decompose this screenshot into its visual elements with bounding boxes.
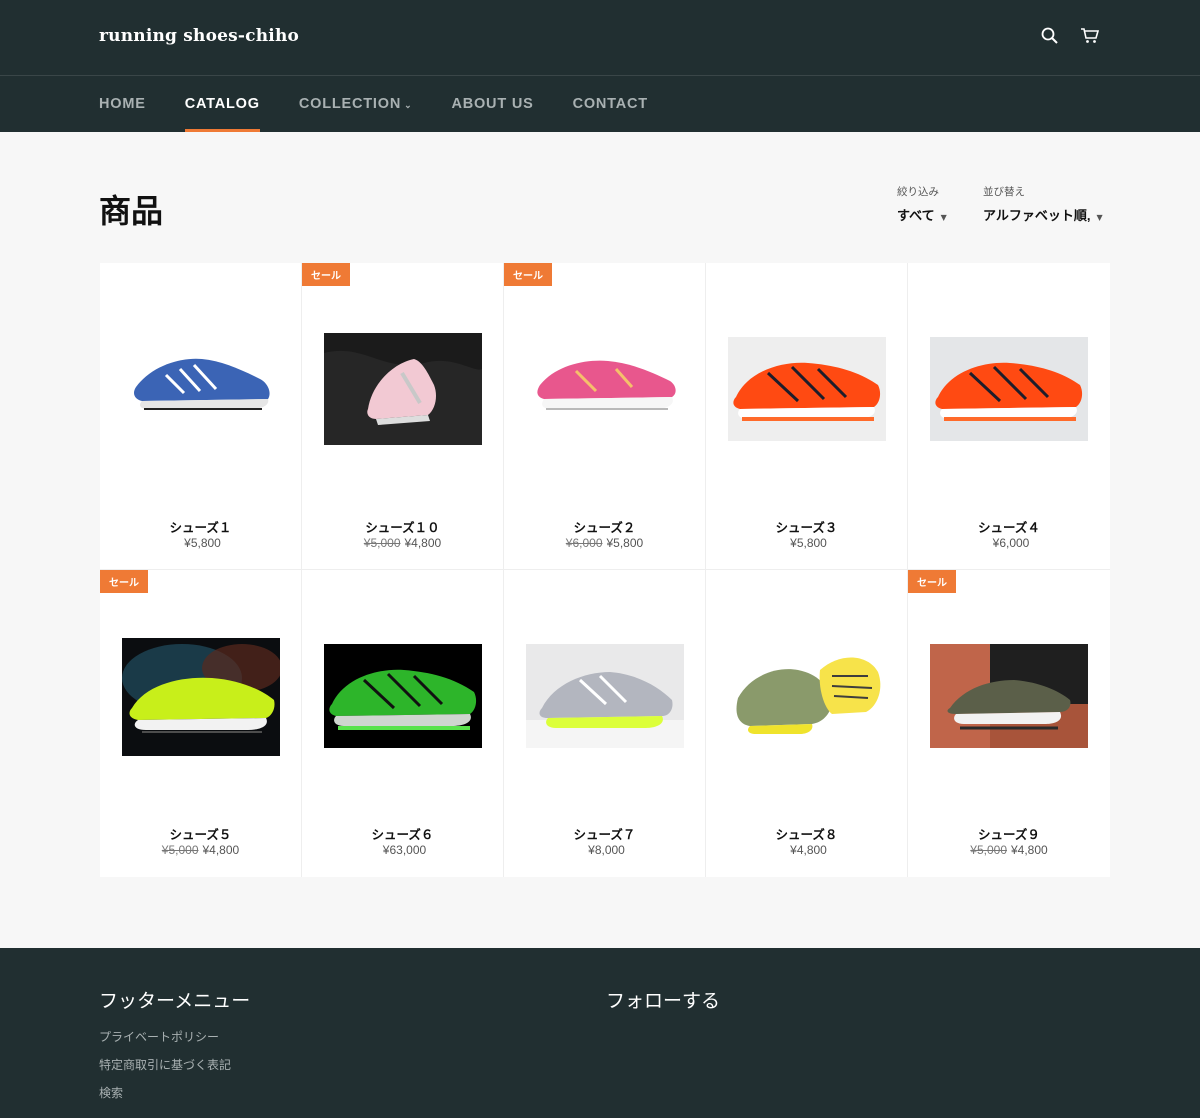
price: ¥4,800	[404, 536, 442, 550]
sale-badge: セール	[908, 570, 956, 593]
search-icon[interactable]	[1040, 26, 1060, 46]
product-name[interactable]: シューズ５	[100, 824, 301, 843]
caret-down-icon: ▼	[940, 213, 947, 222]
product-image	[122, 335, 280, 423]
price: ¥4,800	[202, 843, 240, 857]
filter-control[interactable]: 絞り込み すべて ▼	[897, 184, 947, 224]
product-card[interactable]: セール シューズ７ ¥8,000	[504, 570, 706, 877]
chevron-down-icon: ⌄	[404, 100, 413, 110]
product-card[interactable]: セール シューズ６ ¥63,000	[302, 570, 504, 877]
product-name[interactable]: シューズ１０	[302, 517, 503, 536]
sale-badge: セール	[302, 263, 350, 286]
footer-link-search[interactable]: 検索	[99, 1084, 231, 1101]
product-image	[324, 333, 482, 445]
main-nav: HOME CATALOG COLLECTION ⌄ ABOUT US CONTAC…	[0, 76, 1200, 132]
sale-badge: セール	[504, 263, 552, 286]
nav-item-collection[interactable]: COLLECTION ⌄	[299, 76, 413, 132]
site-header: running shoes-chiho HOME CATALOG COLLECT…	[0, 0, 1200, 132]
product-name[interactable]: シューズ６	[302, 824, 503, 843]
product-name[interactable]: シューズ８	[706, 824, 907, 843]
footer-follow-heading: フォローする	[606, 990, 721, 1012]
product-image	[122, 638, 280, 756]
nav-label: COLLECTION	[298, 96, 402, 112]
compare-price: ¥5,000	[161, 843, 199, 857]
nav-label: CATALOG	[184, 96, 260, 112]
product-price: ¥4,800	[706, 843, 907, 857]
price: ¥4,800	[1011, 843, 1048, 857]
product-card[interactable]: セール シューズ１０ ¥5,000 ¥4,800	[302, 263, 504, 570]
product-price: ¥5,000 ¥4,800	[908, 843, 1110, 857]
nav-label: HOME	[99, 96, 146, 112]
product-price: ¥5,800	[100, 536, 301, 550]
nav-item-catalog[interactable]: CATALOG	[184, 76, 260, 132]
footer-menu-heading: フッターメニュー	[99, 990, 251, 1012]
product-price: ¥8,000	[504, 843, 705, 857]
product-name[interactable]: シューズ２	[504, 517, 705, 536]
product-image	[728, 642, 886, 750]
sale-badge: セール	[100, 570, 148, 593]
sort-select[interactable]: アルファベット順,	[983, 208, 1090, 223]
product-card[interactable]: セール シューズ１ ¥5,800	[100, 263, 302, 570]
footer-links: プライベートポリシー 特定商取引に基づく表記 検索	[99, 1028, 231, 1112]
product-name[interactable]: シューズ９	[908, 824, 1110, 843]
product-price: ¥5,000 ¥4,800	[100, 843, 301, 857]
product-name[interactable]: シューズ３	[706, 517, 907, 536]
product-image	[930, 644, 1088, 748]
site-title[interactable]: running shoes-chiho	[99, 26, 299, 46]
price: ¥5,800	[790, 536, 827, 550]
site-footer: フッターメニュー フォローする プライベートポリシー 特定商取引に基づく表記 検…	[0, 948, 1200, 1118]
nav-label: ABOUT US	[451, 96, 534, 112]
compare-price: ¥5,000	[363, 536, 401, 550]
product-name[interactable]: シューズ７	[504, 824, 705, 843]
product-image	[526, 335, 684, 423]
nav-item-contact[interactable]: CONTACT	[573, 76, 648, 132]
product-image	[526, 644, 684, 748]
filter-label: 絞り込み	[897, 186, 939, 198]
product-image	[930, 337, 1088, 441]
page-title: 商品	[99, 192, 164, 230]
footer-link-privacy[interactable]: プライベートポリシー	[99, 1028, 231, 1045]
price: ¥5,800	[606, 536, 644, 550]
product-grid: セール シューズ１ ¥5,800 セール シューズ１０ ¥5,000¥4,800…	[100, 263, 1110, 877]
price: ¥63,000	[382, 843, 427, 857]
product-price: ¥5,000 ¥4,800	[302, 536, 503, 550]
product-card[interactable]: セール シューズ５ ¥5,000 ¥4,800	[100, 570, 302, 877]
product-image	[324, 644, 482, 748]
product-name[interactable]: シューズ１	[100, 517, 301, 536]
product-image	[728, 337, 886, 441]
product-card[interactable]: セール シューズ２ ¥6,000 ¥5,800	[504, 263, 706, 570]
product-name[interactable]: シューズ４	[908, 517, 1110, 536]
product-price: ¥6,000	[908, 536, 1110, 550]
caret-down-icon: ▼	[1096, 213, 1103, 222]
price: ¥4,800	[790, 843, 827, 857]
top-bar: running shoes-chiho	[0, 0, 1200, 76]
compare-price: ¥6,000	[565, 536, 603, 550]
price: ¥8,000	[588, 843, 625, 857]
nav-item-home[interactable]: HOME	[99, 76, 146, 132]
footer-link-legal[interactable]: 特定商取引に基づく表記	[99, 1056, 231, 1073]
header-icons	[1040, 26, 1100, 46]
product-card[interactable]: セール シューズ８ ¥4,800	[706, 570, 908, 877]
compare-price: ¥5,000	[970, 843, 1007, 857]
price: ¥5,800	[184, 536, 221, 550]
cart-icon[interactable]	[1080, 26, 1100, 46]
filter-select[interactable]: すべて	[897, 208, 935, 223]
product-price: ¥63,000	[302, 843, 503, 857]
price: ¥6,000	[992, 536, 1030, 550]
product-card[interactable]: セール シューズ９ ¥5,000 ¥4,800	[908, 570, 1110, 877]
sort-label: 並び替え	[983, 186, 1025, 198]
nav-label: CONTACT	[572, 96, 648, 112]
product-card[interactable]: セール シューズ３ ¥5,800	[706, 263, 908, 570]
nav-item-about-us[interactable]: ABOUT US	[451, 76, 533, 132]
product-price: ¥6,000 ¥5,800	[504, 536, 705, 550]
product-card[interactable]: セール シューズ４ ¥6,000	[908, 263, 1110, 570]
product-price: ¥5,800	[706, 536, 907, 550]
sort-control[interactable]: 並び替え アルファベット順, ▼	[983, 184, 1103, 224]
